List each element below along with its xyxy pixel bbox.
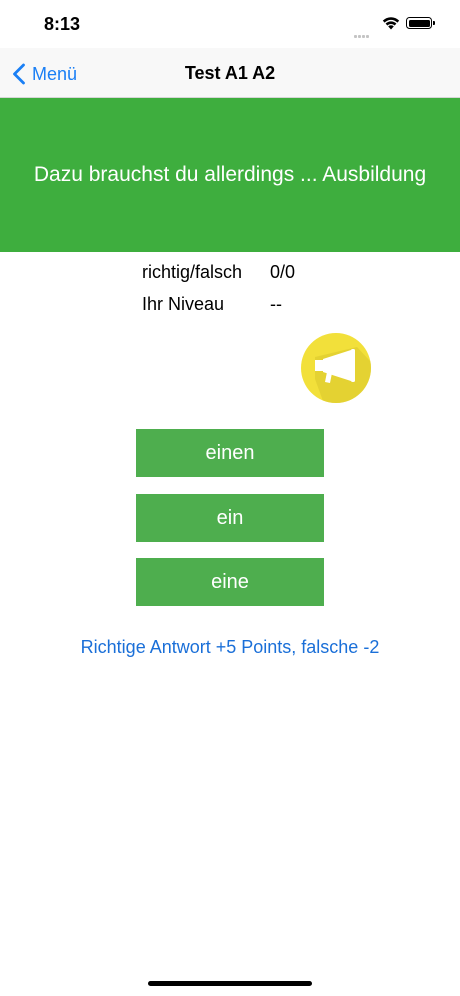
megaphone-icon [315,347,371,403]
home-indicator[interactable] [148,981,312,986]
answer-button-ein[interactable]: ein [136,494,324,542]
level-label: Ihr Niveau [142,294,225,314]
battery-cap [433,21,435,25]
play-audio-button[interactable] [301,333,371,403]
wifi-icon [382,17,400,30]
score-label: richtig/falsch [142,262,243,282]
status-time: 8:13 [44,14,81,34]
answer-button-einen[interactable]: einen [136,429,324,477]
battery-icon [406,17,432,29]
navigation-bar: Menü Test A1 A2 [0,48,460,98]
page-title: Test A1 A2 [184,63,276,83]
scoring-note: Richtige Antwort +5 Points, falsche -2 [80,637,380,657]
status-bar: 8:13 [0,0,460,48]
signal-icon [354,25,376,38]
level-value: -- [270,294,282,314]
score-value: 0/0 [270,262,296,282]
answer-button-eine[interactable]: eine [136,558,324,606]
app-screen: 8:13 Menü Test A1 A2 Dazu brauchst du al… [0,0,460,996]
question-banner: Dazu brauchst du allerdings ... Ausbildu… [0,98,460,252]
question-text: Dazu brauchst du allerdings ... Ausbildu… [33,163,427,186]
